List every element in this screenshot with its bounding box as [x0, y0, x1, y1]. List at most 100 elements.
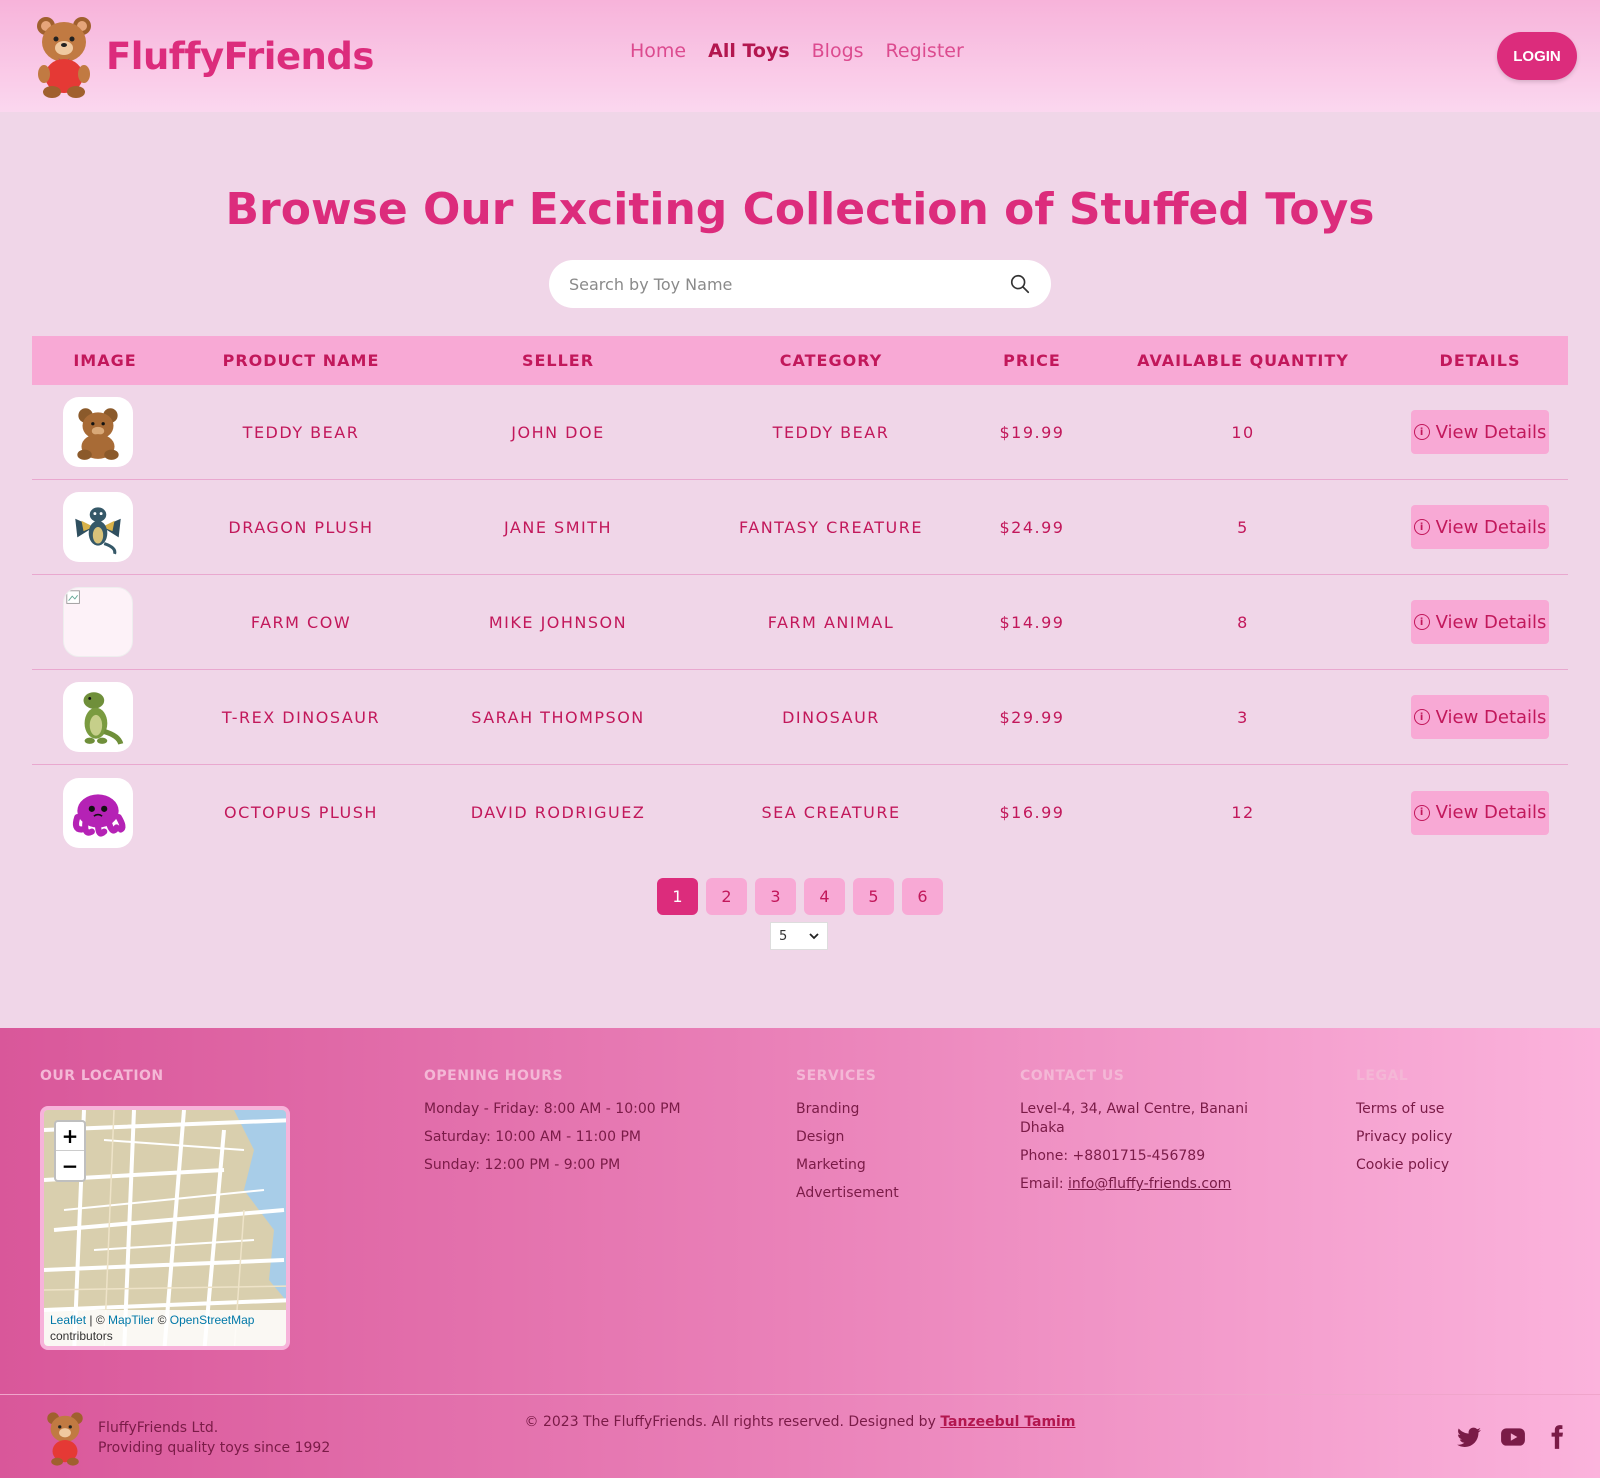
view-details-button[interactable]: i View Details	[1411, 600, 1549, 644]
footer-legal: LEGAL Terms of use Privacy policy Cookie…	[1356, 1068, 1452, 1184]
legal-privacy-link[interactable]: Privacy policy	[1356, 1128, 1452, 1147]
openstreetmap-link[interactable]: OpenStreetMap	[170, 1313, 255, 1327]
location-map[interactable]: + − Leaflet | © MapTiler © OpenStreetMap…	[40, 1106, 290, 1350]
category: DINOSAUR	[782, 707, 880, 727]
view-details-button[interactable]: i View Details	[1411, 695, 1549, 739]
map-attribution: Leaflet | © MapTiler © OpenStreetMap con…	[44, 1310, 286, 1346]
page-button-6[interactable]: 6	[902, 878, 943, 915]
page-button-5[interactable]: 5	[853, 878, 894, 915]
service-branding[interactable]: Branding	[796, 1100, 899, 1119]
view-details-button[interactable]: i View Details	[1411, 505, 1549, 549]
maptiler-link[interactable]: MapTiler	[108, 1313, 154, 1327]
map-zoom-control: + −	[54, 1120, 86, 1182]
legal-heading: LEGAL	[1356, 1068, 1409, 1084]
price: $29.99	[999, 707, 1065, 727]
legal-cookie-link[interactable]: Cookie policy	[1356, 1156, 1452, 1175]
view-details-button[interactable]: i View Details	[1411, 790, 1549, 835]
email-label: Email:	[1020, 1176, 1069, 1192]
available-quantity: 5	[1237, 517, 1249, 537]
info-icon: i	[1413, 804, 1430, 821]
search-input[interactable]	[569, 274, 1009, 294]
nav-blogs[interactable]: Blogs	[812, 40, 864, 62]
category: TEDDY BEAR	[772, 422, 890, 442]
service-marketing[interactable]: Marketing	[796, 1156, 899, 1175]
copyright: © 2023 The FluffyFriends. All rights res…	[0, 1414, 1600, 1430]
company-tagline: Providing quality toys since 1992	[98, 1440, 331, 1456]
product-name: DRAGON PLUSH	[228, 517, 374, 537]
social-links	[1456, 1424, 1570, 1450]
brand-name: FluffyFriends	[106, 34, 374, 78]
services-heading: SERVICES	[796, 1068, 877, 1084]
table-row: T-REX DINOSAUR SARAH THOMPSON DINOSAUR $…	[32, 670, 1568, 765]
info-icon: i	[1413, 614, 1430, 630]
dragon-plush-image	[63, 492, 133, 562]
search-icon[interactable]	[1009, 273, 1031, 295]
seller-name: DAVID RODRIGUEZ	[470, 803, 646, 822]
view-details-label: View Details	[1435, 802, 1547, 823]
zoom-out-button[interactable]: −	[56, 1151, 84, 1180]
available-quantity: 10	[1231, 422, 1255, 442]
footer-contact: CONTACT US Level-4, 34, Awal Centre, Ban…	[1020, 1068, 1250, 1203]
legal-terms-link[interactable]: Terms of use	[1356, 1100, 1452, 1119]
col-header-image: IMAGE	[73, 351, 137, 370]
leaflet-link[interactable]: Leaflet	[50, 1313, 86, 1327]
footer-services: SERVICES Branding Design Marketing Adver…	[796, 1068, 899, 1212]
table-row: DRAGON PLUSH JANE SMITH FANTASY CREATURE…	[32, 480, 1568, 575]
page-button-4[interactable]: 4	[804, 878, 845, 915]
footer-location: OUR LOCATION	[40, 1068, 164, 1100]
hours-sunday: Sunday: 12:00 PM - 9:00 PM	[424, 1157, 621, 1173]
view-details-button[interactable]: i View Details	[1411, 410, 1549, 454]
contact-heading: CONTACT US	[1020, 1068, 1125, 1084]
page-button-3[interactable]: 3	[755, 878, 796, 915]
category: SEA CREATURE	[761, 803, 901, 822]
nav-all-toys[interactable]: All Toys	[708, 40, 790, 62]
footer-divider	[0, 1394, 1600, 1395]
facebook-icon[interactable]	[1544, 1424, 1570, 1450]
t-rex-dinosaur-image	[63, 682, 133, 752]
chevron-down-icon	[809, 933, 819, 940]
available-quantity: 8	[1237, 612, 1249, 632]
col-header-product-name: PRODUCT NAME	[222, 351, 380, 370]
items-per-page-select[interactable]: 5	[770, 922, 828, 950]
zoom-in-button[interactable]: +	[56, 1122, 84, 1151]
designer-link[interactable]: Tanzeebul Tamim	[940, 1414, 1075, 1430]
col-header-price: PRICE	[1003, 351, 1061, 370]
available-quantity: 12	[1231, 803, 1255, 822]
table-row: TEDDY BEAR JOHN DOE TEDDY BEAR $19.99 10…	[32, 385, 1568, 480]
search-bar	[549, 260, 1051, 308]
header: FluffyFriends Home All Toys Blogs Regist…	[0, 0, 1600, 112]
view-details-label: View Details	[1435, 421, 1547, 443]
broken-image-icon	[63, 587, 133, 657]
login-button[interactable]: LOGIN	[1497, 32, 1577, 80]
twitter-icon[interactable]	[1456, 1424, 1482, 1450]
service-advertisement[interactable]: Advertisement	[796, 1184, 899, 1203]
col-header-available-quantity: AVAILABLE QUANTITY	[1137, 351, 1349, 370]
youtube-icon[interactable]	[1500, 1424, 1526, 1450]
seller-name: MIKE JOHNSON	[488, 612, 628, 632]
table-header: IMAGE PRODUCT NAME SELLER CATEGORY PRICE…	[32, 336, 1568, 385]
page-button-1[interactable]: 1	[657, 878, 698, 915]
contributors-text: contributors	[50, 1329, 113, 1343]
email-link[interactable]: info@fluffy-friends.com	[1068, 1176, 1231, 1192]
contact-email: Email: info@fluffy-friends.com	[1020, 1175, 1250, 1194]
pagination: 1 2 3 4 5 6	[657, 878, 943, 915]
info-icon: i	[1413, 424, 1430, 440]
info-icon: i	[1413, 709, 1430, 725]
product-name: TEDDY BEAR	[242, 422, 360, 442]
contact-phone: Phone: +8801715-456789	[1020, 1148, 1206, 1164]
category: FARM ANIMAL	[767, 612, 895, 632]
hours-heading: OPENING HOURS	[424, 1068, 564, 1084]
col-header-seller: SELLER	[521, 351, 595, 370]
col-header-details: DETAILS	[1439, 351, 1521, 370]
logo[interactable]: FluffyFriends	[32, 14, 374, 98]
footer-hours: OPENING HOURS Monday - Friday: 8:00 AM -…	[424, 1068, 681, 1184]
service-design[interactable]: Design	[796, 1128, 899, 1147]
hours-saturday: Saturday: 10:00 AM - 11:00 PM	[424, 1129, 641, 1145]
nav-register[interactable]: Register	[886, 40, 964, 62]
price: $16.99	[999, 803, 1065, 822]
table-row: FARM COW MIKE JOHNSON FARM ANIMAL $14.99…	[32, 575, 1568, 670]
view-details-label: View Details	[1435, 706, 1547, 728]
page-button-2[interactable]: 2	[706, 878, 747, 915]
nav-home[interactable]: Home	[630, 40, 686, 62]
page-title: Browse Our Exciting Collection of Stuffe…	[225, 184, 1375, 235]
